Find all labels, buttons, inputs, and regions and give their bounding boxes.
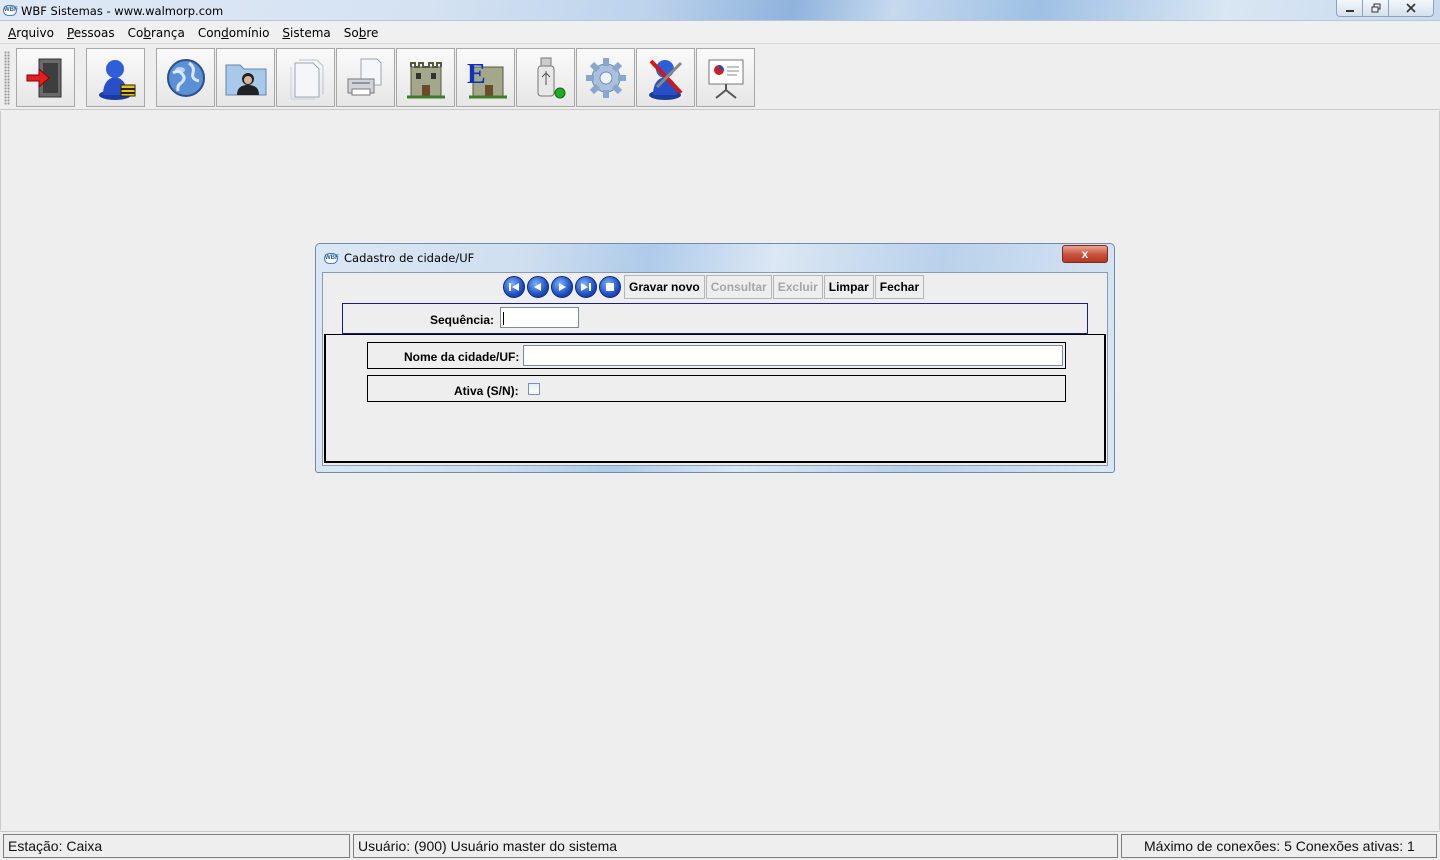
city-name-label: Nome da cidade/UF: — [404, 350, 520, 364]
status-connections: Máximo de conexões: 5 Conexões ativas: 1 — [1121, 834, 1437, 858]
menu-condominio[interactable]: Condomínio — [198, 26, 270, 40]
svg-text:E: E — [467, 59, 486, 90]
toolbar: E — [0, 45, 1440, 110]
active-checkbox[interactable] — [528, 383, 540, 395]
city-name-row: Nome da cidade/UF: — [367, 342, 1066, 369]
menu-pessoas[interactable]: Pessoas — [67, 26, 115, 40]
previous-record-button[interactable] — [527, 276, 549, 298]
next-record-icon — [559, 283, 566, 291]
user-lock-icon — [98, 59, 135, 100]
city-name-input[interactable] — [523, 345, 1063, 366]
toolbar-printer-button[interactable] — [336, 48, 395, 107]
window-title-bar: WBF WBF Sistemas - www.walmorp.com — [0, 0, 1440, 21]
settings-gear-icon — [585, 57, 626, 98]
first-record-button[interactable] — [503, 276, 525, 298]
menu-bar: Arquivo Pessoas Cobrança Condomínio Sist… — [0, 22, 1440, 44]
toolbar-presentation-button[interactable] — [696, 48, 755, 107]
active-row: Ativa (S/N): — [367, 375, 1066, 402]
toolbar-usb-button[interactable] — [516, 48, 575, 107]
usb-drive-icon — [537, 57, 565, 98]
dialog-title: Cadastro de cidade/UF — [344, 251, 475, 265]
restore-icon — [1371, 3, 1380, 13]
menu-arquivo[interactable]: Arquivo — [8, 26, 54, 40]
active-label: Ativa (S/N): — [454, 384, 519, 398]
toolbar-exit-button[interactable] — [16, 48, 75, 107]
wbf-app-icon: WBF — [3, 5, 18, 16]
user-tools-icon — [648, 59, 682, 100]
toolbar-globe-button[interactable] — [156, 48, 215, 107]
toolbar-building-button[interactable] — [396, 48, 455, 107]
minimize-button[interactable] — [1336, 0, 1363, 17]
save-new-button[interactable]: Gravar novo — [624, 275, 705, 299]
toolbar-contact-folder-button[interactable] — [216, 48, 275, 107]
minimize-icon — [1345, 10, 1354, 12]
toolbar-user-lock-button[interactable] — [86, 48, 145, 107]
building-e-icon: E — [467, 59, 507, 98]
toolbar-documents-button[interactable] — [276, 48, 335, 107]
status-user: Usuário: (900) Usuário master do sistema — [353, 834, 1118, 858]
dialog-body: Gravar novo Consultar Excluir Limpar Fec… — [322, 272, 1108, 466]
dialog-title-bar[interactable]: WBF Cadastro de cidade/UF x — [316, 244, 1114, 272]
status-station: Estação: Caixa — [3, 834, 350, 858]
exit-door-icon — [26, 58, 61, 97]
close-icon — [1406, 3, 1416, 13]
stop-icon — [606, 283, 614, 291]
text-caret — [503, 312, 504, 325]
menu-sistema[interactable]: Sistema — [282, 26, 330, 40]
sequence-input[interactable] — [500, 307, 579, 328]
previous-record-icon — [534, 283, 541, 291]
toolbar-user-tools-button[interactable] — [636, 48, 695, 107]
presentation-board-icon — [708, 59, 743, 99]
close-window-button[interactable] — [1388, 0, 1434, 17]
toolbar-settings-button[interactable] — [576, 48, 635, 107]
query-button[interactable]: Consultar — [705, 275, 772, 299]
delete-button[interactable]: Excluir — [772, 275, 823, 299]
clear-button[interactable]: Limpar — [823, 275, 874, 299]
window-controls — [1336, 0, 1434, 17]
restore-button[interactable] — [1362, 0, 1389, 17]
dialog-close-button[interactable]: x — [1062, 245, 1108, 263]
city-registration-dialog: WBF Cadastro de cidade/UF x Gravar novo … — [315, 243, 1115, 473]
fields-panel: Nome da cidade/UF: Ativa (S/N): — [324, 334, 1106, 463]
building-icon — [406, 61, 445, 98]
sequence-panel: Sequência: — [342, 303, 1088, 334]
wbf-dialog-icon: WBF — [324, 253, 339, 264]
globe-icon — [166, 58, 205, 97]
toolbar-grip[interactable] — [4, 51, 10, 105]
status-bar: Estação: Caixa Usuário: (900) Usuário ma… — [0, 831, 1440, 860]
menu-sobre[interactable]: Sobre — [344, 26, 379, 40]
toolbar-building-e-button[interactable]: E — [456, 48, 515, 107]
last-record-button[interactable] — [575, 276, 597, 298]
next-record-button[interactable] — [551, 276, 573, 298]
documents-icon — [290, 59, 323, 99]
sequence-label: Sequência: — [430, 313, 495, 327]
record-navigation-bar: Gravar novo Consultar Excluir Limpar Fec… — [503, 275, 925, 299]
printer-icon — [347, 58, 381, 95]
contact-folder-icon — [225, 64, 266, 95]
menu-cobranca[interactable]: Cobrança — [128, 26, 185, 40]
window-title: WBF Sistemas - www.walmorp.com — [21, 4, 224, 18]
stop-button[interactable] — [599, 276, 621, 298]
last-record-icon — [581, 283, 591, 291]
close-dialog-button[interactable]: Fechar — [874, 275, 925, 299]
first-record-icon — [509, 283, 519, 291]
